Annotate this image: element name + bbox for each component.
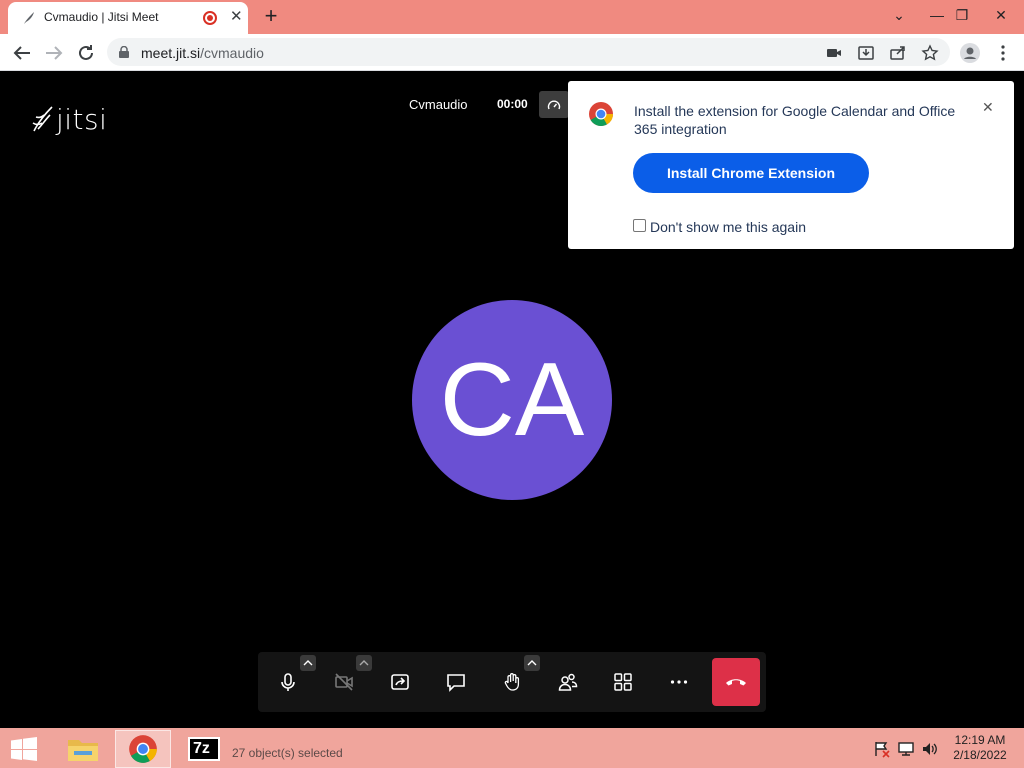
connection-stats-button[interactable]	[539, 91, 569, 118]
chat-button[interactable]	[436, 662, 476, 702]
restore-button[interactable]: ❐	[947, 3, 977, 27]
windows-start-icon[interactable]	[10, 737, 38, 761]
chevron-up-icon	[359, 660, 369, 666]
camera-off-icon	[335, 673, 353, 691]
chrome-logo-icon	[129, 735, 157, 763]
bookmark-star-icon[interactable]	[921, 44, 939, 62]
url-text: meet.jit.si/cvmaudio	[141, 45, 264, 61]
browser-tab-strip: Cvmaudio | Jitsi Meet ✕ + ⌄ — ❐ ✕	[0, 0, 1024, 34]
jitsi-logo-text: jitsi	[56, 103, 108, 136]
reload-icon[interactable]	[74, 41, 98, 65]
video-options-caret[interactable]	[356, 655, 372, 671]
clock-date: 2/18/2022	[953, 748, 1007, 762]
new-tab-button[interactable]: +	[260, 3, 282, 29]
jitsi-logo-icon	[32, 106, 53, 132]
tile-view-button[interactable]	[603, 662, 643, 702]
back-icon[interactable]	[10, 41, 34, 65]
system-clock[interactable]: 12:19 AM 2/18/2022	[944, 733, 1016, 763]
more-actions-button[interactable]	[659, 662, 699, 702]
screen-share-button[interactable]	[380, 662, 420, 702]
participants-icon	[558, 673, 578, 691]
7zip-icon-label: 7z	[193, 740, 210, 757]
browser-tab[interactable]: Cvmaudio | Jitsi Meet ✕	[8, 2, 248, 34]
clock-time: 12:19 AM	[954, 733, 1006, 747]
7zip-taskbar-button[interactable]: 7z	[176, 730, 232, 768]
status-text: 27 object(s) selected	[232, 746, 343, 760]
close-window-button[interactable]: ✕	[986, 3, 1016, 27]
folder-icon	[68, 740, 98, 761]
meeting-stage: jitsi Cvmaudio 00:00 CA Install the exte…	[0, 71, 1024, 728]
participant-avatar: CA	[412, 300, 612, 500]
dont-show-checkbox[interactable]	[633, 219, 646, 232]
popup-message: Install the extension for Google Calenda…	[634, 103, 956, 137]
speedometer-icon	[547, 100, 561, 110]
volume-icon[interactable]	[921, 740, 939, 758]
chat-icon	[447, 674, 465, 692]
extension-popup: Install the extension for Google Calenda…	[568, 81, 1014, 249]
screen-share-icon	[391, 674, 409, 690]
popup-close-icon[interactable]: ✕	[982, 99, 994, 116]
install-app-icon[interactable]	[857, 44, 875, 62]
url-path: /cvmaudio	[200, 45, 264, 61]
lock-icon[interactable]	[119, 46, 129, 58]
participants-button[interactable]	[548, 662, 588, 702]
phone-hangup-icon	[726, 679, 746, 686]
room-name: Cvmaudio	[409, 97, 468, 112]
url-host: meet.jit.si	[141, 45, 201, 61]
chevron-up-icon	[303, 660, 313, 666]
7zip-icon: 7z	[188, 737, 220, 761]
file-explorer-taskbar-button[interactable]	[55, 730, 111, 768]
grid-icon	[614, 673, 632, 691]
share-icon[interactable]	[889, 44, 907, 62]
reactions-caret[interactable]	[524, 655, 540, 671]
tab-search-icon[interactable]: ⌄	[884, 3, 914, 27]
dont-show-label[interactable]: Don't show me this again	[650, 219, 806, 235]
address-bar[interactable]: meet.jit.si/cvmaudio	[107, 38, 950, 66]
raise-hand-icon	[504, 673, 520, 691]
windows-taskbar: 7z 27 object(s) selected 12:19 AM 2/18/2…	[0, 728, 1024, 768]
microphone-icon	[281, 673, 295, 691]
chrome-taskbar-button[interactable]	[115, 730, 171, 768]
install-extension-button[interactable]: Install Chrome Extension	[633, 153, 869, 193]
tab-title: Cvmaudio | Jitsi Meet	[44, 10, 159, 24]
menu-kebab-icon[interactable]	[993, 43, 1013, 63]
chrome-logo-icon	[589, 102, 613, 127]
meeting-timer: 00:00	[497, 97, 528, 111]
browser-toolbar: meet.jit.si/cvmaudio	[0, 34, 1024, 71]
more-horizontal-icon	[670, 680, 688, 684]
profile-avatar-icon[interactable]	[960, 43, 980, 63]
camera-in-use-icon[interactable]	[825, 44, 843, 62]
audio-options-caret[interactable]	[300, 655, 316, 671]
meeting-toolbar	[258, 652, 766, 712]
chevron-up-icon	[527, 660, 537, 666]
hangup-button[interactable]	[712, 658, 760, 706]
jitsi-logo[interactable]: jitsi	[30, 101, 110, 137]
network-icon[interactable]	[897, 740, 915, 758]
recording-icon	[203, 11, 217, 25]
jitsi-favicon-icon	[24, 12, 34, 24]
tab-close-icon[interactable]: ✕	[230, 9, 243, 25]
forward-icon[interactable]	[42, 41, 66, 65]
flag-warning-icon[interactable]	[873, 740, 891, 758]
